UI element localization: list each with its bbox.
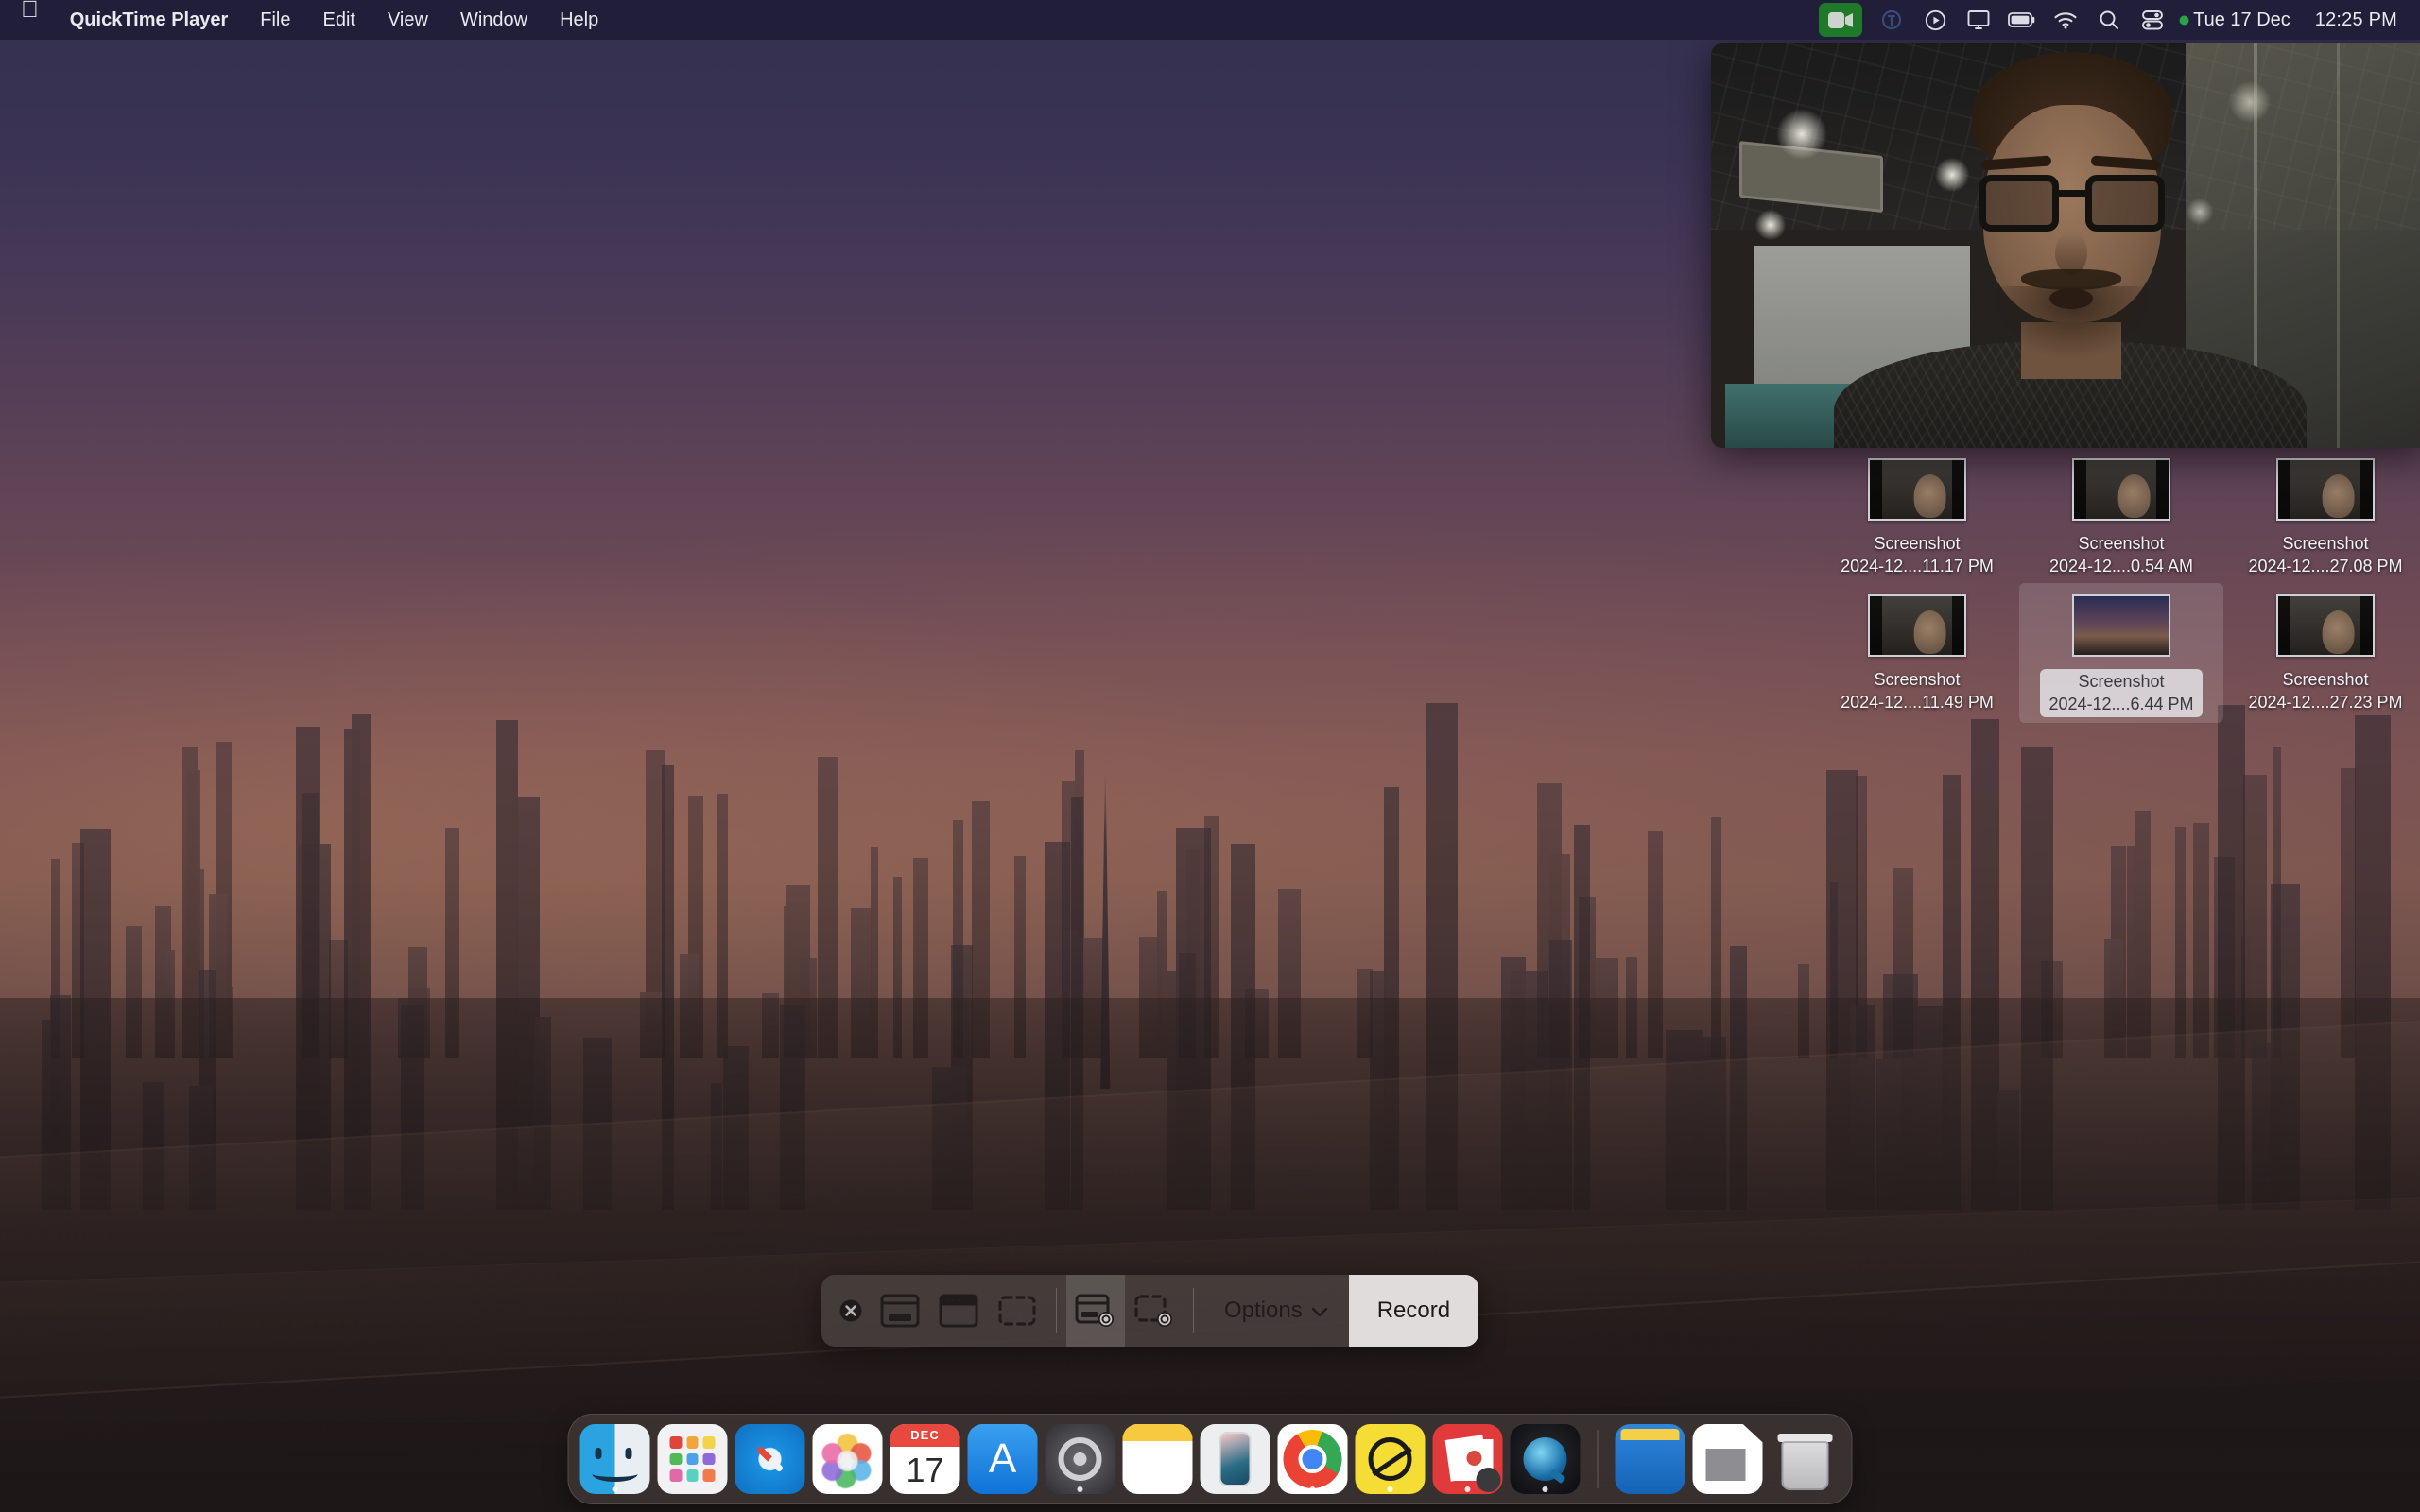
- running-indicator-dot: [612, 1486, 618, 1492]
- file-thumbnail: [1868, 594, 1966, 658]
- control-center-icon[interactable]: [2131, 0, 2174, 40]
- capture-entire-screen-icon[interactable]: [871, 1275, 929, 1347]
- file-thumbnail: [1868, 458, 1966, 522]
- running-indicator-dot: [1464, 1486, 1471, 1492]
- dock-item-photos[interactable]: [812, 1424, 883, 1494]
- screenshot-capture-toolbar: Options Record: [821, 1275, 1479, 1347]
- file-label: Screenshot 2024-12....27.23 PM: [2248, 669, 2402, 713]
- desktop-icon[interactable]: Screenshot 2024-12....6.44 PM: [2019, 583, 2223, 723]
- file-name-line-1: Screenshot: [1874, 670, 1961, 690]
- menu-bar-clock[interactable]: 12:25 PM: [2302, 9, 2401, 31]
- desktop-icon[interactable]: Screenshot 2024-12....11.17 PM: [1815, 447, 2019, 583]
- capture-mode-group: [871, 1275, 1046, 1347]
- toolbar-divider-2: [1193, 1288, 1194, 1333]
- running-indicator-dot: [1309, 1486, 1316, 1492]
- battery-icon[interactable]: [2000, 0, 2044, 40]
- menu-bar-left:  QuickTime Player File Edit View Window…: [0, 0, 614, 40]
- options-label: Options: [1224, 1297, 1303, 1323]
- screen-recording-indicator-icon[interactable]: [1819, 3, 1863, 37]
- dock-app-list: DEC 17 A: [579, 1424, 1581, 1494]
- desktop-icon[interactable]: Screenshot 2024-12....27.08 PM: [2223, 447, 2420, 583]
- apple-logo-icon[interactable]: : [17, 0, 54, 38]
- file-label: Screenshot 2024-12....27.08 PM: [2248, 533, 2402, 577]
- menu-item-edit[interactable]: Edit: [306, 0, 371, 40]
- file-name-line-2: 2024-12....11.17 PM: [1841, 556, 1994, 576]
- now-playing-icon[interactable]: [1913, 0, 1957, 40]
- dock-item-google-chrome[interactable]: [1277, 1424, 1348, 1494]
- dock-divider: [1597, 1430, 1599, 1488]
- dock-item-calendar[interactable]: DEC 17: [890, 1424, 960, 1494]
- capture-selected-window-icon[interactable]: [929, 1275, 988, 1347]
- file-name-line-2: 2024-12....11.49 PM: [1841, 692, 1994, 712]
- file-label: Screenshot 2024-12....6.44 PM: [2040, 669, 2203, 717]
- menu-item-help[interactable]: Help: [544, 0, 614, 40]
- menu-item-window[interactable]: Window: [444, 0, 544, 40]
- file-thumbnail: [2072, 594, 2170, 658]
- record-mode-group: [1066, 1275, 1184, 1347]
- dock-item-quicktime-player[interactable]: [1510, 1424, 1581, 1494]
- dock-item-finder[interactable]: [579, 1424, 650, 1494]
- file-name-line-1: Screenshot: [1874, 534, 1961, 554]
- menu-bar-status-area: Tue 17 Dec 12:25 PM: [1819, 0, 2420, 40]
- file-name-line-2: 2024-12....27.23 PM: [2248, 692, 2403, 712]
- file-name-line-2: 2024-12....27.08 PM: [2248, 556, 2403, 576]
- toolbar-divider: [1056, 1288, 1057, 1333]
- menu-bar:  QuickTime Player File Edit View Window…: [0, 0, 2420, 40]
- desktop-icon[interactable]: Screenshot 2024-12....27.23 PM: [2223, 583, 2420, 723]
- desktop-icon[interactable]: Screenshot 2024-12....11.49 PM: [1815, 583, 2019, 723]
- dock-item-document[interactable]: [1692, 1424, 1763, 1494]
- wifi-icon[interactable]: [2044, 0, 2087, 40]
- file-name-line-2: 2024-12....6.44 PM: [2048, 694, 2194, 713]
- focus-icon[interactable]: [1870, 0, 1913, 40]
- dock: DEC 17 A: [567, 1414, 1853, 1504]
- capture-selected-portion-icon[interactable]: [988, 1275, 1046, 1347]
- file-name-line-2: 2024-12....0.54 AM: [2048, 556, 2194, 576]
- chevron-down-icon: [1311, 1297, 1328, 1324]
- running-indicator-dot: [1542, 1486, 1548, 1492]
- dock-item-notes[interactable]: [1122, 1424, 1193, 1494]
- menu-item-file[interactable]: File: [244, 0, 306, 40]
- running-indicator-dot: [1077, 1486, 1083, 1492]
- dock-item-iphone-mirroring[interactable]: [1200, 1424, 1270, 1494]
- dock-item-downloads[interactable]: [1615, 1424, 1685, 1494]
- menu-bar-date[interactable]: Tue 17 Dec: [2193, 9, 2302, 31]
- dock-item-notion-calendar[interactable]: [1355, 1424, 1426, 1494]
- file-label: Screenshot 2024-12....11.17 PM: [1841, 533, 1994, 577]
- dock-item-app-store[interactable]: A: [967, 1424, 1038, 1494]
- record-button[interactable]: Record: [1348, 1275, 1479, 1347]
- dock-item-safari[interactable]: [735, 1424, 805, 1494]
- dock-item-keynote[interactable]: [1432, 1424, 1503, 1494]
- file-label: Screenshot 2024-12....11.49 PM: [1841, 669, 1994, 713]
- running-indicator-dot: [1387, 1486, 1393, 1492]
- file-thumbnail: [2072, 458, 2170, 522]
- screen-mirroring-icon[interactable]: [1957, 0, 2000, 40]
- calendar-day: 17: [906, 1451, 944, 1489]
- file-label: Screenshot 2024-12....0.54 AM: [2049, 533, 2193, 577]
- control-center-status-dot: [2174, 0, 2193, 40]
- dock-item-trash[interactable]: [1771, 1424, 1841, 1494]
- dock-item-launchpad[interactable]: [657, 1424, 728, 1494]
- calendar-month: DEC: [890, 1424, 960, 1447]
- menu-app-name[interactable]: QuickTime Player: [54, 0, 245, 40]
- search-icon[interactable]: [2087, 0, 2131, 40]
- dock-item-system-settings[interactable]: [1045, 1424, 1115, 1494]
- file-name-line-1: Screenshot: [2078, 672, 2165, 692]
- file-name-line-1: Screenshot: [2282, 534, 2369, 554]
- options-button[interactable]: Options: [1203, 1275, 1349, 1347]
- menu-item-view[interactable]: View: [372, 0, 444, 40]
- record-selected-portion-icon[interactable]: [1125, 1275, 1184, 1347]
- camera-preview-window[interactable]: [1711, 43, 2420, 448]
- file-name-line-1: Screenshot: [2282, 670, 2369, 690]
- file-thumbnail: [2276, 458, 2375, 522]
- file-name-line-1: Screenshot: [2078, 534, 2165, 554]
- dock-extras-list: [1615, 1424, 1841, 1494]
- desktop-icon[interactable]: Screenshot 2024-12....0.54 AM: [2019, 447, 2223, 583]
- close-icon[interactable]: [821, 1275, 871, 1347]
- camera-tint-overlay: [1711, 43, 2420, 448]
- record-entire-screen-icon[interactable]: [1066, 1275, 1125, 1347]
- camera-scene: [1711, 43, 2420, 448]
- file-thumbnail: [2276, 594, 2375, 658]
